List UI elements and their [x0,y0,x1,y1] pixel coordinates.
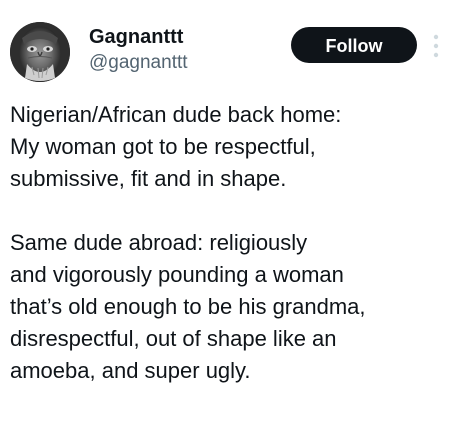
avatar-photo-icon [10,22,70,82]
tweet-card: Gagnanttt @gagnanttt Follow Nigerian/Afr… [0,0,463,432]
author-avatar[interactable] [10,22,70,82]
more-options-icon[interactable] [432,32,440,60]
vertical-dots-icon [433,34,439,58]
follow-button[interactable]: Follow [291,27,417,63]
author-handle[interactable]: @gagnanttt [89,51,188,75]
author-names: Gagnanttt @gagnanttt [89,25,188,75]
tweet-text: Nigerian/African dude back home: My woma… [10,102,366,383]
author-display-name[interactable]: Gagnanttt [89,25,188,49]
